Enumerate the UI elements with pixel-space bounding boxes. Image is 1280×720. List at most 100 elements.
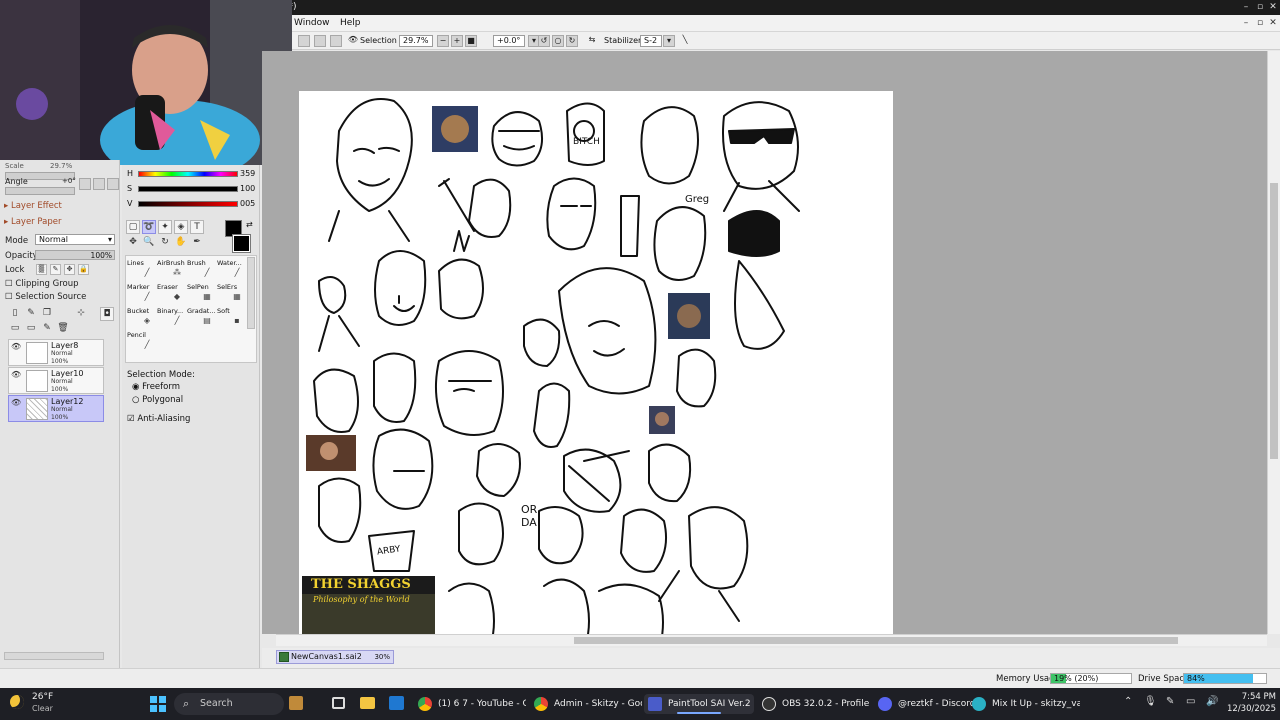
nav-button[interactable] bbox=[79, 178, 91, 190]
zoom-field[interactable]: 29.7% bbox=[399, 35, 433, 47]
saturation-slider[interactable] bbox=[138, 186, 238, 192]
task-view-icon[interactable] bbox=[332, 697, 345, 709]
layer-row[interactable]: 👁 Layer8 Normal 100% bbox=[8, 339, 104, 366]
nav-button[interactable] bbox=[93, 178, 105, 190]
brush-soft[interactable]: Soft ▪ bbox=[217, 307, 247, 326]
lasso-icon[interactable]: ➰ bbox=[142, 220, 156, 234]
polygonal-radio[interactable]: ○ Polygonal bbox=[132, 395, 183, 405]
network-icon[interactable]: ▭ bbox=[1186, 696, 1195, 707]
document-tab[interactable]: NewCanvas1.sai2 30% bbox=[276, 650, 394, 664]
eye-icon[interactable]: 👁 bbox=[11, 370, 23, 392]
bucket-icon[interactable]: ◈ bbox=[174, 220, 188, 234]
brush-binary[interactable]: Binary... ╱ bbox=[157, 307, 187, 326]
move-layer-icon[interactable]: ⊹ bbox=[74, 307, 88, 321]
brush-lines[interactable]: Lines ╱ bbox=[127, 259, 157, 278]
anti-aliasing-checkbox[interactable]: ☑ Anti-Aliasing bbox=[127, 414, 190, 424]
brush-brush[interactable]: Brush ╱ bbox=[187, 259, 217, 278]
drawing-canvas[interactable]: Greg BITCH OR DA ARBY THE SHAGGS Philoso… bbox=[299, 91, 893, 634]
weather-temp[interactable]: 26°F bbox=[32, 692, 53, 702]
move-icon[interactable]: ✥ bbox=[126, 236, 140, 250]
new-set-icon[interactable]: ✎ bbox=[24, 307, 38, 321]
brush-airbrush[interactable]: AirBrush ⁂ bbox=[157, 259, 187, 278]
brush-eraser[interactable]: Eraser ◆ bbox=[157, 283, 187, 302]
stabilizer-dropdown-icon[interactable]: ▾ bbox=[663, 35, 675, 47]
menu-window[interactable]: Window bbox=[294, 18, 330, 28]
clipping-group-checkbox[interactable]: ☐ Clipping Group bbox=[5, 279, 79, 289]
swap-colors-icon[interactable]: ⇄ bbox=[246, 220, 253, 229]
zoom-in-button[interactable]: + bbox=[451, 35, 463, 47]
maximize-icon[interactable]: ▫ bbox=[1255, 2, 1265, 12]
minimize-icon[interactable]: – bbox=[1241, 2, 1251, 12]
chevron-up-icon[interactable]: ⌃ bbox=[1124, 696, 1132, 707]
menu-help[interactable]: Help bbox=[340, 18, 361, 28]
rotate-right-button[interactable]: ↻ bbox=[566, 35, 578, 47]
brush-marker[interactable]: Marker ╱ bbox=[127, 283, 157, 302]
toolbar-button[interactable] bbox=[314, 35, 326, 47]
brush-scrollbar[interactable] bbox=[247, 257, 255, 329]
zoom-reset-button[interactable]: ■ bbox=[465, 35, 477, 47]
taskbar-search[interactable]: ⌕ Search bbox=[174, 693, 303, 715]
store-icon[interactable] bbox=[389, 696, 404, 710]
eyedropper-icon[interactable]: ✒ bbox=[190, 236, 204, 250]
eye-icon[interactable]: 👁 bbox=[347, 35, 359, 47]
zoom-out-button[interactable]: − bbox=[437, 35, 449, 47]
layer-row[interactable]: 👁 Layer10 Normal 100% bbox=[8, 367, 104, 394]
brush-selpen[interactable]: SelPen ▦ bbox=[187, 283, 217, 302]
file-explorer-icon[interactable] bbox=[360, 697, 375, 709]
layer-mask-icon[interactable]: ◘ bbox=[100, 307, 114, 321]
value-slider[interactable] bbox=[138, 201, 238, 207]
flip-icon[interactable]: ⇆ bbox=[586, 35, 598, 47]
taskbar-item-mixitup[interactable]: Mix It Up - skitzy_va - bbox=[972, 694, 1080, 714]
brush-selers[interactable]: SelErs ▦ bbox=[217, 283, 247, 302]
zoom-icon[interactable]: 🔍 bbox=[142, 236, 156, 250]
lock-draw-icon[interactable]: ✎ bbox=[50, 264, 61, 275]
taskbar-item-admin[interactable]: Admin - Skitzy - Goog bbox=[534, 694, 642, 714]
selection-label[interactable]: Selection bbox=[360, 36, 397, 45]
rotate-icon[interactable]: ↻ bbox=[158, 236, 172, 250]
lock-pixels-icon[interactable]: ▒ bbox=[36, 264, 47, 275]
doc-minimize-icon[interactable]: – bbox=[1241, 18, 1251, 28]
volume-icon[interactable]: 🔊 bbox=[1206, 696, 1218, 707]
straight-line-icon[interactable]: ╲ bbox=[679, 35, 691, 47]
layer-effect-header[interactable]: ▸ Layer Effect bbox=[4, 201, 62, 211]
secondary-color-swatch[interactable] bbox=[232, 234, 251, 253]
new-layer-icon[interactable]: ▯ bbox=[8, 307, 22, 321]
nav-button[interactable] bbox=[107, 178, 119, 190]
hand-icon[interactable]: ✋ bbox=[174, 236, 188, 250]
mode-select[interactable]: Normal ▾ bbox=[35, 234, 115, 245]
close-icon[interactable]: ✕ bbox=[1268, 2, 1278, 12]
toolbar-button[interactable] bbox=[330, 35, 342, 47]
selection-rect-icon[interactable]: ▢ bbox=[126, 220, 140, 234]
hue-slider[interactable] bbox=[138, 171, 238, 177]
horizontal-scroll-thumb[interactable] bbox=[574, 637, 1178, 644]
copy-layer-icon[interactable]: ❐ bbox=[40, 307, 54, 321]
rotate-left-button[interactable]: ↺ bbox=[538, 35, 550, 47]
merge-icon[interactable]: ✎ bbox=[40, 322, 54, 336]
layer-icon[interactable]: ▭ bbox=[24, 322, 38, 336]
doc-restore-icon[interactable]: ▫ bbox=[1255, 18, 1265, 28]
weather-desc[interactable]: Clear bbox=[32, 704, 53, 713]
clock-date[interactable]: 12/30/2025 bbox=[1226, 704, 1276, 714]
eye-icon[interactable]: 👁 bbox=[11, 398, 23, 420]
freeform-radio[interactable]: ◉ Freeform bbox=[132, 382, 180, 392]
vertical-scroll-thumb[interactable] bbox=[1270, 183, 1278, 459]
selection-source-checkbox[interactable]: ☐ Selection Source bbox=[5, 292, 86, 302]
rotate-reset-button[interactable]: ○ bbox=[552, 35, 564, 47]
brush-pencil[interactable]: Pencil ╱ bbox=[127, 331, 157, 350]
vertical-scrollbar[interactable] bbox=[1267, 51, 1280, 634]
delete-layer-icon[interactable]: 🗑 bbox=[56, 322, 70, 336]
angle-slider[interactable] bbox=[5, 187, 75, 195]
clock-time[interactable]: 7:54 PM bbox=[1232, 692, 1276, 702]
moon-icon[interactable] bbox=[10, 695, 24, 709]
rotation-field[interactable]: +0.0° bbox=[493, 35, 525, 47]
opacity-slider[interactable]: 100% bbox=[35, 250, 115, 260]
brush-water[interactable]: Water... ╱ bbox=[217, 259, 247, 278]
text-icon[interactable]: T bbox=[190, 220, 204, 234]
microphone-icon[interactable]: 🎙 bbox=[1144, 696, 1157, 707]
layer-scrollbar[interactable] bbox=[4, 652, 104, 660]
layer-icon[interactable]: ▭ bbox=[8, 322, 22, 336]
taskbar-item-painttool-sai[interactable]: PaintTool SAI Ver.2 (64 bbox=[644, 694, 754, 714]
stabilizer-field[interactable]: S-2 bbox=[640, 35, 662, 47]
magic-wand-icon[interactable]: ✦ bbox=[158, 220, 172, 234]
pen-icon[interactable]: ✎ bbox=[1166, 696, 1174, 707]
